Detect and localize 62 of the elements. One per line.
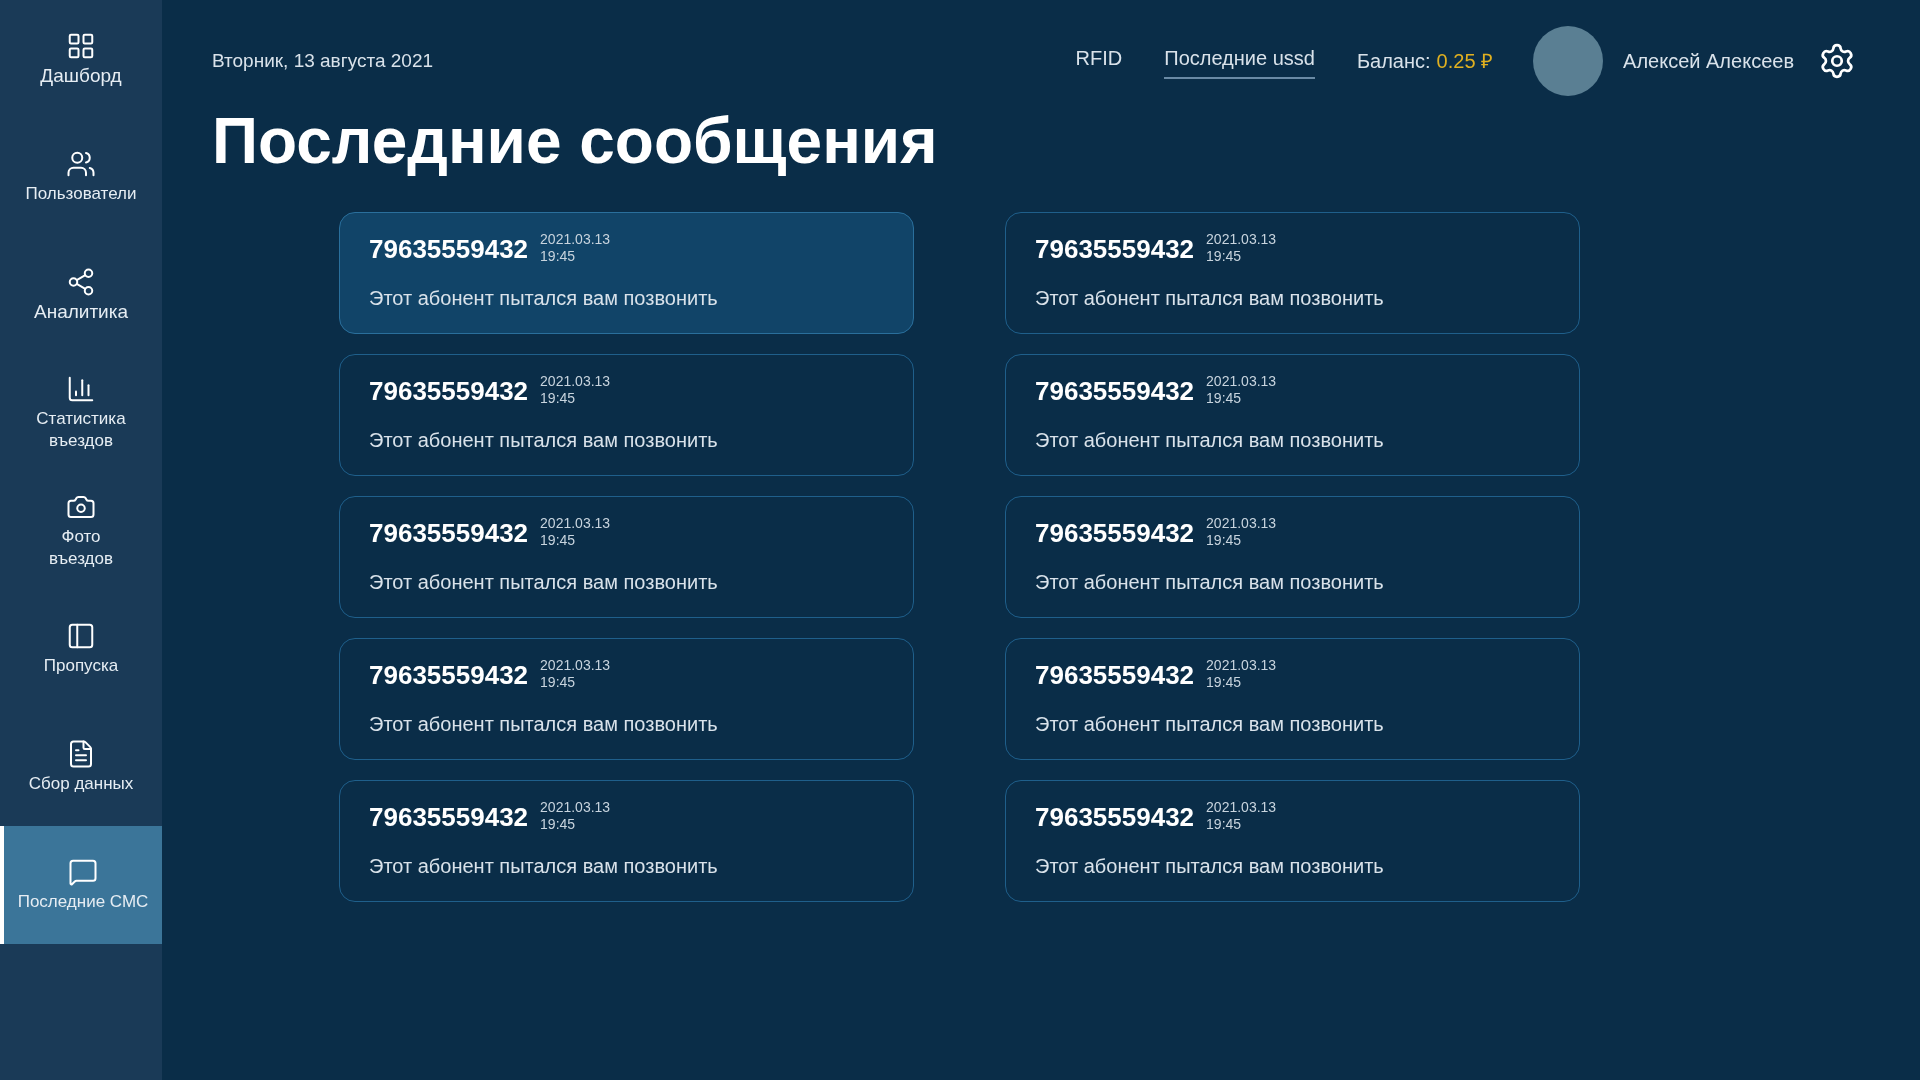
message-text: Этот абонент пытался вам позвонить	[1035, 854, 1385, 879]
phone-number: 79635559432	[1035, 233, 1195, 266]
page-title: Последние сообщения	[212, 106, 939, 176]
phone-number: 79635559432	[369, 233, 529, 266]
message-time: 19:45	[540, 816, 577, 833]
message-text: Этот абонент пытался вам позвонить	[1035, 570, 1385, 595]
phone-number: 79635559432	[1035, 375, 1195, 408]
message-time: 19:45	[540, 674, 577, 691]
sidebar-item[interactable]: Сбор данных	[0, 708, 162, 826]
message-icon	[68, 857, 98, 887]
panel-icon	[66, 621, 96, 651]
user-name: Алексей Алексеев	[1623, 49, 1794, 74]
phone-number: 79635559432	[1035, 659, 1195, 692]
message-date: 2021.03.13	[1206, 515, 1277, 532]
balance-value: 0.25 ₽	[1436, 49, 1494, 74]
message-time: 19:45	[1206, 532, 1243, 549]
message-text: Этот абонент пытался вам позвонить	[1035, 712, 1385, 737]
message-time: 19:45	[1206, 816, 1243, 833]
sidebar-item[interactable]: Дашборд	[0, 0, 162, 118]
sidebar-item[interactable]: Пользователи	[0, 118, 162, 236]
sidebar-item[interactable]: Аналитика	[0, 236, 162, 354]
sidebar-item[interactable]: Фото въездов	[0, 472, 162, 590]
phone-number: 79635559432	[369, 659, 529, 692]
message-time: 19:45	[540, 248, 577, 265]
users-icon	[66, 149, 96, 179]
message-time: 19:45	[1206, 248, 1243, 265]
message-date: 2021.03.13	[1206, 231, 1277, 248]
sidebar-item[interactable]: Статистика въездов	[0, 354, 162, 472]
balance-label: Баланс:	[1356, 49, 1431, 74]
sidebar-item[interactable]: Пропуска	[0, 590, 162, 708]
message-date: 2021.03.13	[540, 799, 611, 816]
date-text: Вторник, 13 августа 2021	[212, 48, 434, 73]
grid-icon	[66, 31, 96, 61]
message-text: Этот абонент пытался вам позвонить	[1035, 428, 1385, 453]
message-date: 2021.03.13	[1206, 799, 1277, 816]
message-date: 2021.03.13	[540, 657, 611, 674]
message-text: Этот абонент пытался вам позвонить	[369, 428, 719, 453]
message-date: 2021.03.13	[1206, 657, 1277, 674]
settings-icon	[1818, 42, 1856, 80]
nav-link[interactable]: RFID	[1075, 43, 1123, 79]
message-time: 19:45	[540, 532, 577, 549]
bar-chart-icon	[66, 374, 96, 404]
message-text: Этот абонент пытался вам позвонить	[369, 570, 719, 595]
phone-number: 79635559432	[369, 517, 529, 550]
phone-number: 79635559432	[369, 801, 529, 834]
phone-number: 79635559432	[369, 375, 529, 408]
message-date: 2021.03.13	[540, 515, 611, 532]
message-time: 19:45	[540, 390, 577, 407]
message-text: Этот абонент пытался вам позвонить	[369, 286, 719, 311]
message-date: 2021.03.13	[1206, 373, 1277, 390]
sidebar-item[interactable]: Последние СМС	[0, 826, 162, 944]
nav-link[interactable]: Последние ussd	[1164, 43, 1315, 79]
message-time: 19:45	[1206, 674, 1243, 691]
phone-number: 79635559432	[1035, 801, 1195, 834]
message-text: Этот абонент пытался вам позвонить	[1035, 286, 1385, 311]
message-text: Этот абонент пытался вам позвонить	[369, 712, 719, 737]
message-text: Этот абонент пытался вам позвонить	[369, 854, 719, 879]
phone-number: 79635559432	[1035, 517, 1195, 550]
share-icon	[66, 267, 96, 297]
message-date: 2021.03.13	[540, 231, 611, 248]
message-time: 19:45	[1206, 390, 1243, 407]
message-date: 2021.03.13	[540, 373, 611, 390]
